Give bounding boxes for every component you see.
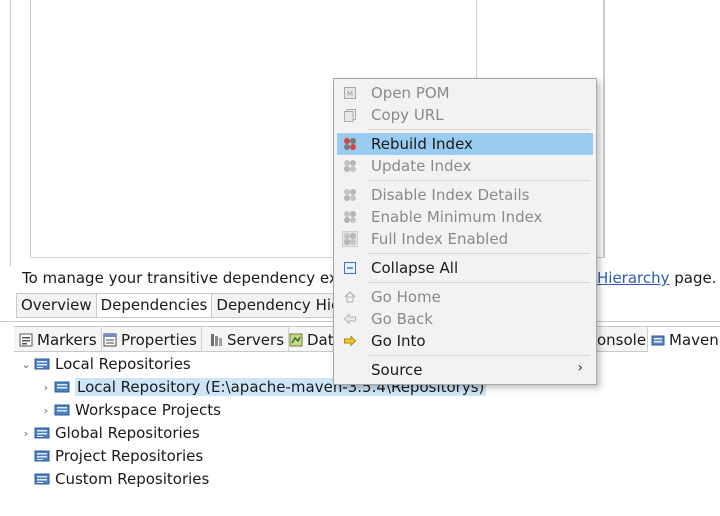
menu-item-collapse-all[interactable]: Collapse All (337, 257, 593, 279)
back-arrow-icon (342, 311, 358, 327)
tab-dependency-hierarchy[interactable]: Dependency Hier (212, 293, 352, 318)
chevron-right-icon[interactable]: › (38, 381, 54, 394)
tree-item-custom-repositories[interactable]: Custom Repositories (34, 468, 209, 490)
maven-repositories-icon (651, 333, 665, 347)
index-icon (342, 136, 358, 152)
editor-tab-bar: Overview Dependencies Dependency Hier (16, 293, 352, 318)
menu-item-full-index-enabled[interactable]: Full Index Enabled (337, 228, 593, 250)
tab-properties[interactable]: Properties (100, 327, 202, 352)
home-icon (342, 289, 358, 305)
menu-separator (368, 129, 590, 130)
tab-servers[interactable]: Servers (206, 327, 290, 352)
index-icon (342, 231, 358, 247)
tab-console-label: onsole (597, 330, 647, 349)
tree-item-label: Local Repositories (55, 355, 191, 373)
repository-icon (54, 403, 70, 417)
info-suffix: page. (669, 269, 717, 287)
pom-icon: M (342, 85, 358, 101)
pane-divider (604, 0, 605, 258)
tab-properties-label: Properties (121, 330, 197, 349)
tab-maven-label: Maven (669, 330, 719, 349)
servers-icon (209, 333, 223, 347)
tree-item-workspace-projects[interactable]: › Workspace Projects (38, 399, 221, 421)
tree-item-local-repositories[interactable]: ⌄ Local Repositories (18, 353, 191, 375)
repository-icon (54, 380, 70, 394)
repository-group-icon (34, 357, 50, 371)
collapse-all-icon (342, 260, 358, 276)
data-source-icon (289, 333, 303, 347)
tab-data-source-label: Dat (307, 330, 334, 349)
menu-item-open-pom[interactable]: M Open POM (337, 82, 593, 104)
chevron-down-icon[interactable]: ⌄ (18, 358, 34, 371)
hierarchy-link[interactable]: Hierarchy (597, 269, 670, 287)
menu-item-source[interactable]: Source › (337, 359, 593, 381)
menu-separator (368, 180, 590, 181)
properties-icon (103, 333, 117, 347)
go-into-arrow-icon (342, 333, 358, 349)
index-icon (342, 209, 358, 225)
tab-dependencies[interactable]: Dependencies (96, 293, 213, 318)
menu-item-go-back[interactable]: Go Back (337, 308, 593, 330)
menu-item-enable-minimum-index[interactable]: Enable Minimum Index (337, 206, 593, 228)
chevron-right-icon[interactable]: › (38, 404, 54, 417)
hierarchy-link-row: Hierarchy page. (597, 269, 717, 287)
tree-item-label: Custom Repositories (55, 470, 210, 488)
tab-markers-label: Markers (37, 330, 97, 349)
repository-group-icon (34, 426, 50, 440)
tree-item-label: Workspace Projects (75, 401, 221, 419)
submenu-arrow-icon: › (577, 360, 583, 376)
svg-text:M: M (347, 90, 353, 98)
tab-maven-repositories[interactable]: Maven (647, 327, 720, 352)
menu-separator (368, 282, 590, 283)
menu-item-disable-index-details[interactable]: Disable Index Details (337, 184, 593, 206)
context-menu: M Open POM Copy URL Rebuild Index Update… (333, 78, 597, 385)
tree-item-project-repositories[interactable]: Project Repositories (34, 445, 203, 467)
menu-item-go-home[interactable]: Go Home (337, 286, 593, 308)
editor-border-left (10, 0, 11, 266)
tree-item-global-repositories[interactable]: › Global Repositories (18, 422, 200, 444)
chevron-right-icon[interactable]: › (18, 427, 34, 440)
tab-console[interactable]: onsole (597, 327, 650, 352)
markers-icon (19, 333, 33, 347)
menu-item-update-index[interactable]: Update Index (337, 155, 593, 177)
menu-separator (368, 355, 590, 356)
transitive-info-text: To manage your transitive dependency exc (22, 269, 346, 287)
index-icon (342, 187, 358, 203)
menu-separator (368, 253, 590, 254)
tab-data-source-explorer[interactable]: Dat (286, 327, 338, 352)
tab-servers-label: Servers (227, 330, 285, 349)
repository-group-icon (34, 472, 50, 486)
menu-item-copy-url[interactable]: Copy URL (337, 104, 593, 126)
tree-item-label: Project Repositories (55, 447, 204, 465)
tab-markers[interactable]: Markers (16, 327, 102, 352)
repository-group-icon (34, 449, 50, 463)
tab-overview[interactable]: Overview (16, 293, 97, 318)
menu-item-rebuild-index[interactable]: Rebuild Index (337, 133, 593, 155)
menu-item-go-into[interactable]: Go Into (337, 330, 593, 352)
copy-icon (342, 107, 358, 123)
tree-item-label: Global Repositories (55, 424, 200, 442)
index-icon (342, 158, 358, 174)
